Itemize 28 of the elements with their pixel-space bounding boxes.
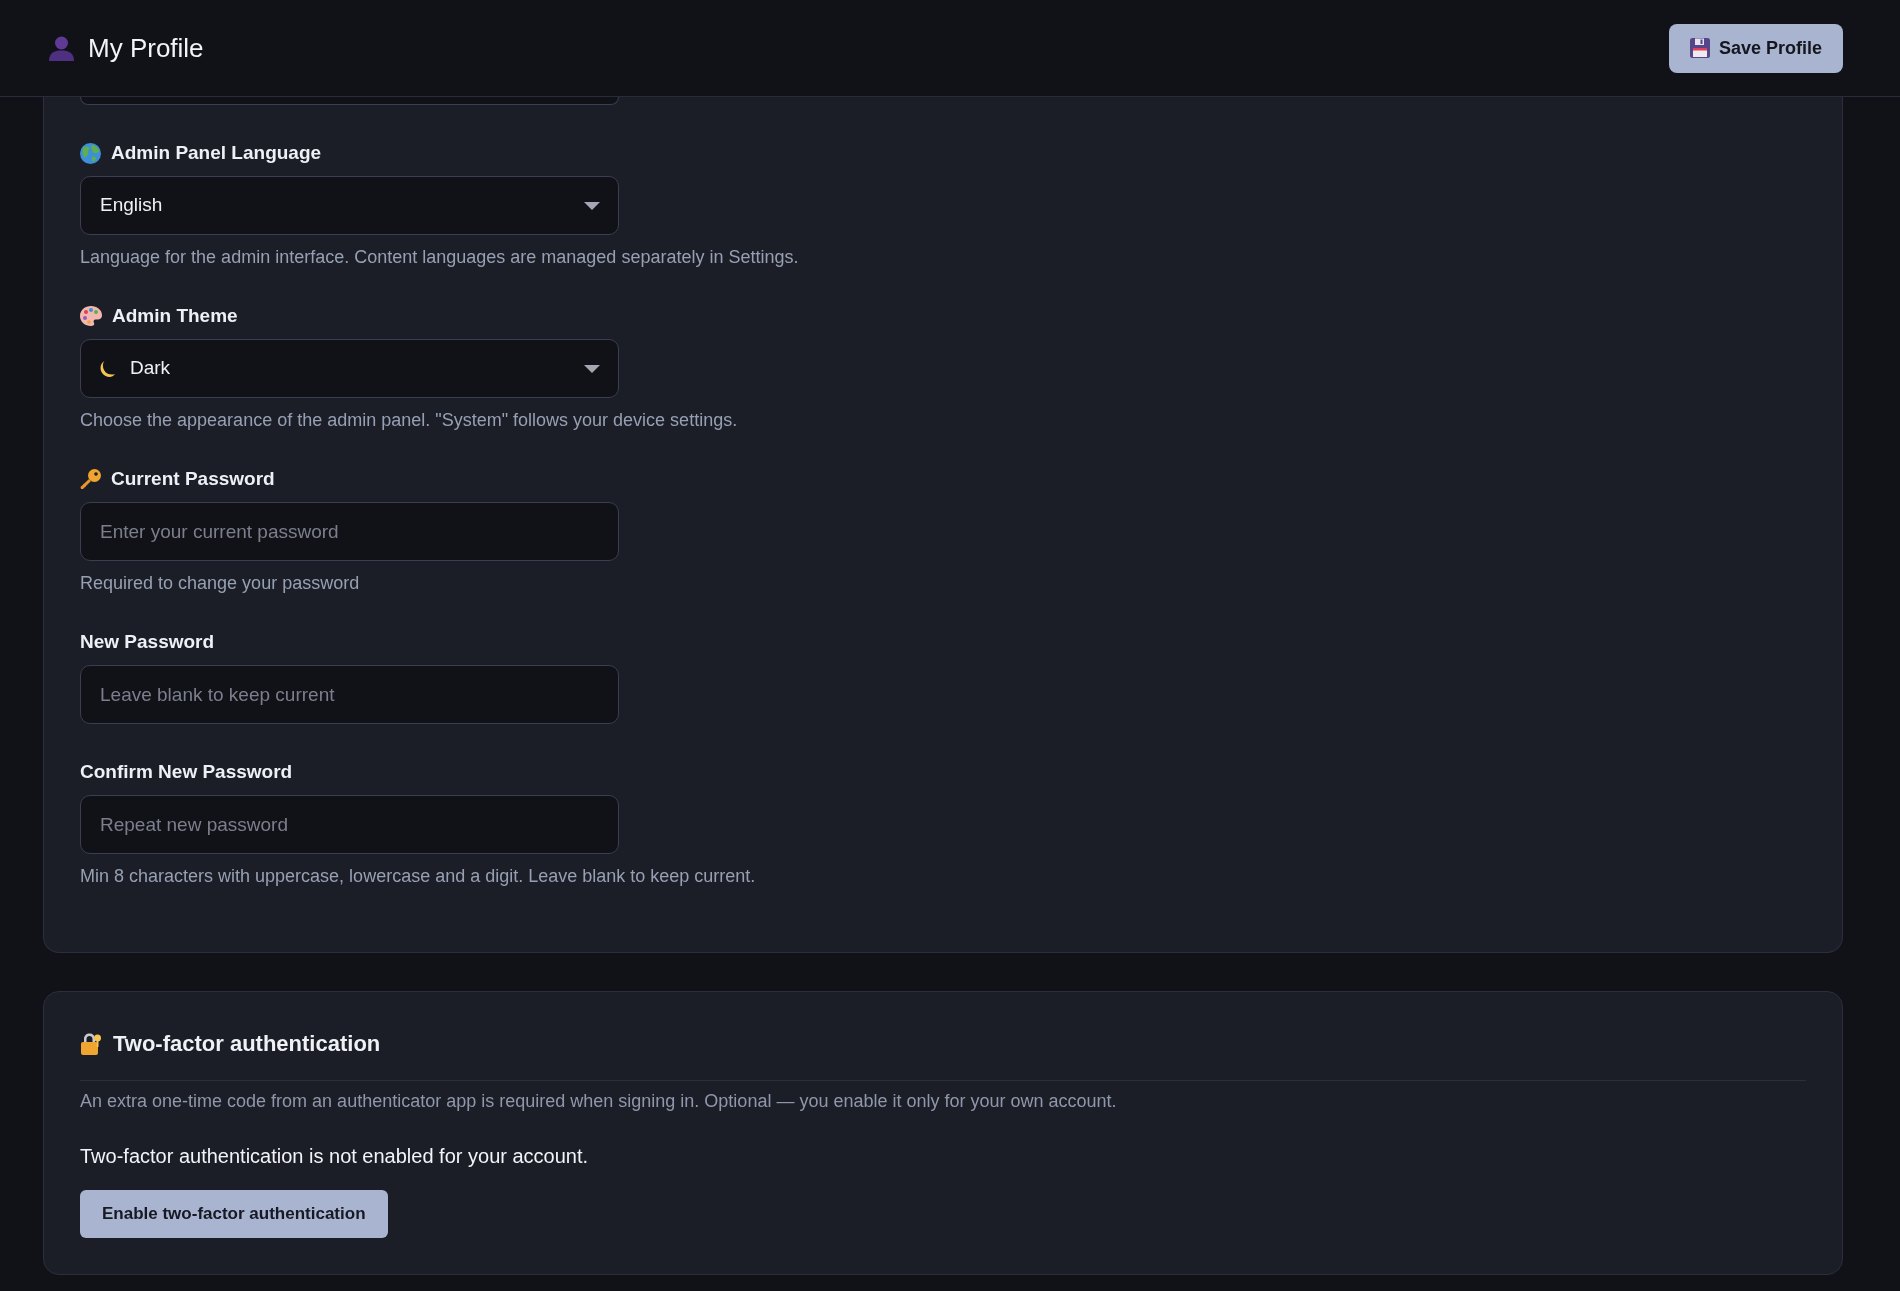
person-silhouette-icon	[48, 35, 75, 61]
enable-two-factor-button[interactable]: Enable two-factor authentication	[80, 1190, 388, 1238]
help-text: Language for the admin interface. Content languages are managed separately in Settings.	[80, 246, 800, 268]
select-field[interactable]: English	[80, 176, 619, 235]
page-title: My Profile	[88, 32, 204, 64]
section-description: An extra one-time code from an authenticator app is required when signing in. Optional — you enable it only for your own account.	[80, 1090, 1118, 1112]
help-text: Min 8 characters with uppercase, lowercase and a digit. Leave blank to keep current.	[80, 865, 757, 887]
paint-palette-icon	[80, 306, 102, 326]
section-title: Two-factor authentication	[113, 1030, 381, 1058]
help-text: Required to change your password	[80, 572, 361, 594]
field-label: Current Password	[111, 467, 275, 491]
caret-icon	[584, 201, 600, 210]
input-field[interactable]	[80, 97, 619, 105]
status-text: Two-factor authentication is not enabled for your account.	[80, 1144, 590, 1168]
password-field[interactable]: Leave blank to keep current	[80, 665, 619, 724]
key-icon	[80, 468, 101, 490]
help-text: Choose the appearance of the admin panel. "System" follows your device settings.	[80, 409, 739, 431]
field-label: Confirm New Password	[80, 760, 293, 784]
select-field[interactable]: Dark	[80, 339, 619, 398]
field-label: New Password	[80, 630, 215, 654]
globe-icon	[80, 142, 101, 164]
field-label: Admin Panel Language	[111, 141, 322, 165]
field-label: Admin Theme	[112, 304, 238, 328]
padlock-icon	[80, 1033, 102, 1055]
save-button[interactable]: Save Profile	[1669, 23, 1843, 73]
password-field[interactable]: Enter your current password	[80, 502, 619, 561]
caret-icon	[584, 364, 600, 373]
password-field[interactable]: Repeat new password	[80, 795, 619, 854]
